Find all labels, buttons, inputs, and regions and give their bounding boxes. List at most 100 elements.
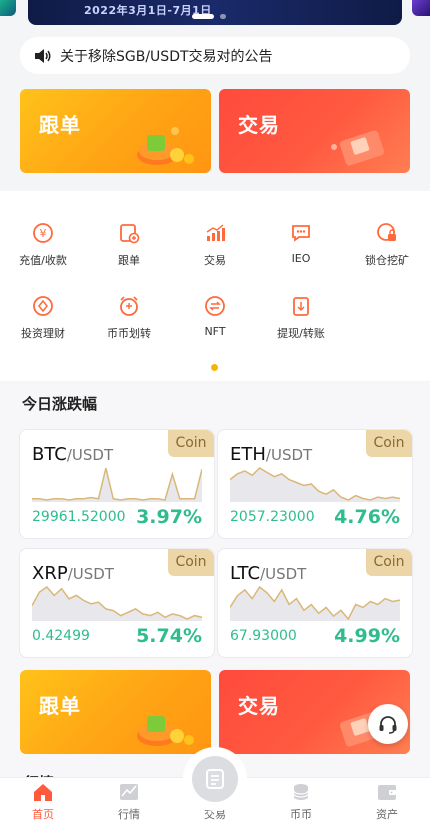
customer-support-button[interactable] <box>368 704 408 744</box>
headset-icon <box>379 716 397 734</box>
announcement-bar[interactable]: 关于移除SGB/USDT交易对的公告 <box>20 37 410 74</box>
ticker-quote: /USDT <box>260 565 307 583</box>
movers-title: 今日涨跌幅 <box>22 395 98 413</box>
coins-illustration-icon <box>137 716 194 746</box>
promo-copy-trading-card-secondary[interactable]: 跟单 <box>20 670 211 754</box>
ticker-quote: /USDT <box>66 446 114 464</box>
ticker-change: 3.97% <box>136 506 202 528</box>
tab-label: 币币 <box>290 808 312 821</box>
tab-label: 首页 <box>32 808 54 821</box>
banner-prev-slide-peek[interactable] <box>0 0 16 16</box>
ticker-change: 4.99% <box>334 625 400 647</box>
ticker-card-eth[interactable]: Coin ETH/USDT 2057.23000 4.76% <box>217 429 413 539</box>
promo-trade-card[interactable]: 交易 <box>219 89 410 173</box>
menu-label-invest: 投资理财 <box>21 327 65 340</box>
ticker-base: LTC <box>230 563 261 584</box>
trade-chart-icon <box>206 224 225 241</box>
ticker-pair: BTC/USDT <box>32 444 113 465</box>
ticker-change: 4.76% <box>334 506 400 528</box>
promo-copy-trading-title: 跟单 <box>39 694 81 718</box>
menu-label-coin-transfer: 币币划转 <box>107 327 151 340</box>
ticker-change: 5.74% <box>136 625 202 647</box>
banner-next-slide-peek[interactable] <box>412 0 430 16</box>
menu-label-trade: 交易 <box>204 254 226 267</box>
coins-icon <box>293 784 309 800</box>
menu-item-trade[interactable]: 交易 <box>172 222 258 268</box>
speaker-icon <box>35 48 51 63</box>
ticker-quote: /USDT <box>67 565 114 583</box>
sparkline-chart <box>32 467 202 502</box>
promo-copy-trading-card[interactable]: 跟单 <box>20 89 211 173</box>
copy-order-icon <box>120 224 140 244</box>
market-chart-icon <box>120 784 138 800</box>
ticker-pair: ETH/USDT <box>230 444 312 465</box>
menu-label-nft: NFT <box>204 325 226 338</box>
deposit-icon: ¥ <box>33 223 53 243</box>
ticker-pair: LTC/USDT <box>230 563 306 584</box>
tab-home[interactable]: 首页 <box>0 781 86 822</box>
ticker-pair: XRP/USDT <box>32 563 114 584</box>
ticker-price: 2057.23000 <box>230 509 315 525</box>
banner-dot-active <box>192 14 214 19</box>
promo-trade-title: 交易 <box>238 113 280 137</box>
announcement-text: 关于移除SGB/USDT交易对的公告 <box>60 48 273 65</box>
sparkline-chart <box>230 585 400 621</box>
ieo-chat-icon <box>292 225 310 242</box>
menu-item-deposit[interactable]: ¥ 充值/收款 <box>0 222 86 268</box>
sparkline-area <box>230 468 400 502</box>
sparkline-chart <box>32 586 202 621</box>
tab-assets[interactable]: 资产 <box>344 781 430 822</box>
transfer-alarm-icon <box>120 296 138 316</box>
withdraw-icon <box>293 297 309 316</box>
invest-icon <box>33 296 53 316</box>
nft-icon <box>205 296 225 316</box>
ticker-card-btc[interactable]: Coin BTC/USDT 29961.52000 3.97% <box>19 429 215 539</box>
menu-label-ieo: IEO <box>291 252 311 265</box>
ticker-card-xrp[interactable]: Coin XRP/USDT 0.42499 5.74% <box>19 548 215 658</box>
ticker-price: 67.93000 <box>230 628 297 644</box>
ticker-base: BTC <box>32 444 67 465</box>
ticker-card-ltc[interactable]: Coin LTC/USDT 67.93000 4.99% <box>217 548 413 658</box>
menu-label-copy-order: 跟单 <box>118 254 140 267</box>
coin-badge: Coin <box>366 430 412 457</box>
menu-item-invest[interactable]: 投资理财 <box>0 295 86 341</box>
menu-item-copy-order[interactable]: 跟单 <box>86 222 172 268</box>
tab-label: 资产 <box>376 808 398 821</box>
menu-label-deposit: 充值/收款 <box>19 254 67 267</box>
ticker-price: 0.42499 <box>32 628 90 644</box>
banner-pagination <box>192 14 238 19</box>
lock-mining-icon <box>377 223 396 241</box>
promo-copy-trading-title: 跟单 <box>39 113 81 137</box>
wallet-icon <box>378 785 396 800</box>
trade-board-illustration-icon <box>331 130 384 166</box>
banner-carousel[interactable]: 2022年3月1日-7月1日 <box>28 0 402 25</box>
quick-menu-page-indicator <box>211 364 218 371</box>
menu-item-lock-mining[interactable]: 锁仓挖矿 <box>344 222 430 268</box>
sparkline-area <box>32 468 202 502</box>
ticker-base: ETH <box>230 444 266 465</box>
svg-text:¥: ¥ <box>40 227 47 240</box>
home-icon <box>34 784 52 801</box>
center-trade-button[interactable] <box>192 756 238 802</box>
tab-coin[interactable]: 币币 <box>258 781 344 822</box>
quick-menu-panel <box>0 191 430 381</box>
ticker-quote: /USDT <box>265 446 313 464</box>
coin-badge: Coin <box>168 430 214 457</box>
menu-item-nft[interactable]: NFT <box>172 295 258 338</box>
ticker-price: 29961.52000 <box>32 509 126 525</box>
banner-dot <box>220 14 226 19</box>
coin-badge: Coin <box>366 549 412 576</box>
trade-doc-icon <box>206 769 224 789</box>
menu-item-ieo[interactable]: IEO <box>258 222 344 265</box>
sparkline-chart <box>230 467 400 502</box>
menu-label-withdraw: 提现/转账 <box>277 327 325 340</box>
coins-illustration-icon <box>137 127 194 165</box>
menu-item-coin-transfer[interactable]: 币币划转 <box>86 295 172 341</box>
ticker-base: XRP <box>32 563 68 584</box>
menu-item-withdraw[interactable]: 提现/转账 <box>258 295 344 341</box>
promo-trade-title: 交易 <box>238 694 280 718</box>
menu-label-lock-mining: 锁仓挖矿 <box>365 254 409 267</box>
tab-market[interactable]: 行情 <box>86 781 172 822</box>
tab-label: 行情 <box>118 808 140 821</box>
coin-badge: Coin <box>168 549 214 576</box>
